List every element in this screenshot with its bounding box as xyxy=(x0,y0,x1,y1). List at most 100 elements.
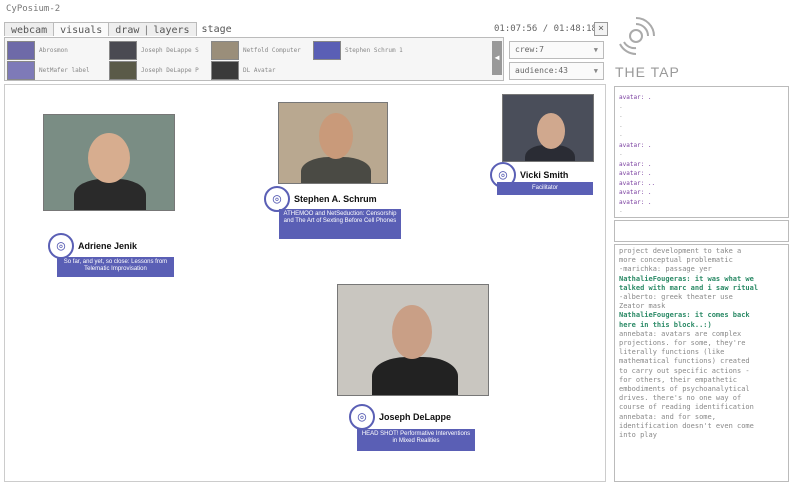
chat-line: identification doesn't even come xyxy=(619,421,754,430)
roster-line: - xyxy=(619,132,623,139)
chat-line: projections. for some, they're xyxy=(619,339,746,348)
chevron-down-icon: ▼ xyxy=(593,67,598,75)
talk-caption: ATHEMOO and NetSeduction: Censorship and… xyxy=(279,209,401,239)
app-title: CyPosium-2 xyxy=(6,4,61,14)
webcam-video[interactable] xyxy=(278,102,388,184)
thumbnail-image xyxy=(211,41,239,60)
close-button[interactable]: × xyxy=(594,22,608,36)
chat-line: -alberto: greek theater use xyxy=(619,293,733,302)
talk-caption: Facilitator xyxy=(497,182,593,195)
roster-line: avatar: . xyxy=(619,170,652,177)
participant-badge: ◎ Joseph DeLappe xyxy=(349,404,451,430)
webcam-video[interactable] xyxy=(502,94,594,162)
chat-line: NathalieFougeras: it comes back xyxy=(619,311,750,320)
thumbnail-item[interactable]: NetMafer label xyxy=(7,61,90,80)
tab-stage[interactable]: stage xyxy=(196,22,238,36)
roster-line: avatar: . xyxy=(619,141,652,149)
thumbnail-label: Abrosmon xyxy=(39,47,68,54)
roster-line: - xyxy=(619,151,623,158)
chat-line: literally functions (like xyxy=(619,348,725,357)
avatar-roster: avatar: . - - - - avatar: . - avatar: . … xyxy=(614,86,789,218)
thumbnail-item[interactable]: Stephen Schrum 1 xyxy=(313,41,403,60)
thumbnail-image xyxy=(7,61,35,80)
chat-line: talked with marc and i saw ritual xyxy=(619,283,759,292)
person-body xyxy=(372,357,458,395)
thumbnail-image xyxy=(109,41,137,60)
thumbnail-label: DL Avatar xyxy=(243,67,276,74)
chat-line: annebata: avatars are complex xyxy=(619,329,742,338)
person-head xyxy=(88,133,130,183)
participant-badge: ◎ Adriene Jenik xyxy=(48,233,137,259)
chat-input[interactable] xyxy=(614,220,789,242)
chat-line: -marichka: passage yer xyxy=(619,265,712,274)
chat-line: project development to take a xyxy=(619,247,742,255)
thumbnail-item[interactable]: Joseph DeLappe P xyxy=(109,61,199,80)
chat-line: annebata: and for some, xyxy=(619,412,716,421)
strip-scroll-left-button[interactable]: ◀ xyxy=(492,41,502,75)
roster-line: - xyxy=(619,103,623,111)
tab-bar: webcam visuals draw | layers stage xyxy=(4,22,428,37)
person-head xyxy=(392,305,432,359)
chevron-down-icon: ▼ xyxy=(593,46,598,54)
person-body xyxy=(301,157,371,183)
audience-select-value: audience:43 xyxy=(515,66,568,75)
the-tap-logo-icon xyxy=(619,17,655,55)
webcam-video[interactable] xyxy=(43,114,175,211)
chat-line: for others, their empathetic xyxy=(619,375,738,384)
participant-name: Stephen A. Schrum xyxy=(294,194,377,204)
stage-area[interactable]: ◎ Adriene Jenik So far, and yet, so clos… xyxy=(4,84,606,482)
chat-line: Zeator mask xyxy=(619,302,666,311)
person-head xyxy=(537,113,565,149)
thumbnail-item[interactable]: Netfold Computer xyxy=(211,41,301,60)
tab-layers[interactable]: layers xyxy=(153,24,189,36)
talk-caption: HEAD SHOT! Performative Interventions in… xyxy=(357,429,475,451)
roster-line: - xyxy=(619,113,623,120)
thumbnail-item[interactable]: DL Avatar xyxy=(211,61,276,80)
tab-separator: | xyxy=(143,25,150,36)
person-body xyxy=(74,179,146,210)
chat-log[interactable]: project development to take a more conce… xyxy=(614,244,789,482)
thumbnail-label: Joseph DeLappe P xyxy=(141,67,199,74)
thumbnail-image xyxy=(109,61,137,80)
thumbnail-label: NetMafer label xyxy=(39,67,90,74)
thumbnail-image xyxy=(313,41,341,60)
participant-name: Joseph DeLappe xyxy=(379,412,452,422)
participant-name: Vicki Smith xyxy=(520,170,569,180)
chat-line: more conceptual problematic xyxy=(619,256,733,265)
chat-line: to carry out specific actions - xyxy=(619,366,750,375)
thumbnail-image xyxy=(211,61,239,80)
chat-line: mathematical functions) created xyxy=(619,357,750,366)
roster-line: avatar: .. xyxy=(619,179,656,187)
audience-select[interactable]: audience:43 ▼ xyxy=(509,62,604,80)
roster-line: avatar: . xyxy=(619,198,652,206)
tab-draw[interactable]: draw xyxy=(115,24,139,36)
participant-icon: ◎ xyxy=(48,233,74,259)
tab-draw-layers: draw | layers xyxy=(108,22,197,36)
chat-line: course of reading identification xyxy=(619,403,754,412)
roster-line: avatar: . xyxy=(619,160,652,168)
person-head xyxy=(319,113,353,159)
thumbnail-item[interactable]: Abrosmon xyxy=(7,41,68,60)
thumbnail-image xyxy=(7,41,35,60)
thumbnail-item[interactable]: Joseph DeLappe S xyxy=(109,41,199,60)
brand-name: THE TAP xyxy=(615,64,680,80)
tab-webcam[interactable]: webcam xyxy=(4,22,55,36)
roster-line: avatar: . xyxy=(619,94,652,101)
tab-visuals[interactable]: visuals xyxy=(53,22,110,36)
participant-name: Adriene Jenik xyxy=(78,241,138,251)
participant-icon: ◎ xyxy=(349,404,375,430)
crew-select-value: crew:7 xyxy=(515,45,544,54)
roster-line: - xyxy=(619,122,623,130)
session-timer: 01:07:56 / 01:48:18 xyxy=(494,24,597,34)
roster-line: avatar: . xyxy=(619,189,652,196)
crew-select[interactable]: crew:7 ▼ xyxy=(509,41,604,59)
talk-caption: So far, and yet, so close: Lessons from … xyxy=(57,257,174,277)
chat-line: drives. there's no one way of xyxy=(619,394,742,403)
thumbnail-label: Joseph DeLappe S xyxy=(141,47,199,54)
chat-line: embodiments of psychoanalytical xyxy=(619,385,750,394)
chat-line: NathalieFougeras: it was what we xyxy=(619,274,754,283)
chat-line: into play xyxy=(619,431,657,440)
thumbnail-label: Stephen Schrum 1 xyxy=(345,47,403,54)
webcam-video[interactable] xyxy=(337,284,489,396)
visuals-strip: Abrosmon NetMafer label Joseph DeLappe S… xyxy=(4,37,504,81)
